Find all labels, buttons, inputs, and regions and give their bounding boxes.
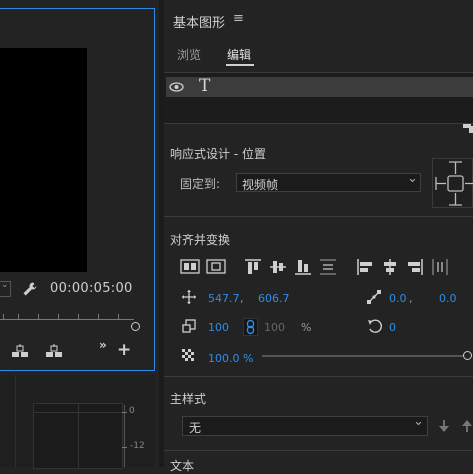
distribute-horizontal-icon[interactable] xyxy=(431,258,449,276)
responsive-heading: 响应式设计 - 位置 xyxy=(170,147,266,161)
scale-icon xyxy=(182,319,196,333)
position-x-value[interactable]: 547.7 xyxy=(208,292,240,305)
bottom-left-panel: 0 -12 xyxy=(0,375,155,469)
pin-to-value: 视频帧 xyxy=(242,178,279,192)
rotation-value[interactable]: 0 xyxy=(389,321,396,334)
align-right-icon[interactable] xyxy=(406,258,424,276)
section-divider xyxy=(164,376,473,377)
master-style-dropdown[interactable]: 无 ⌄ xyxy=(182,414,428,436)
opacity-slider-handle[interactable] xyxy=(463,351,472,360)
opacity-slider[interactable] xyxy=(262,351,472,360)
tab-edit[interactable]: 编辑 xyxy=(227,46,251,63)
audio-meter xyxy=(33,403,123,469)
distribute-vertical-icon[interactable] xyxy=(319,258,337,276)
position-y-value[interactable]: 606.7 xyxy=(258,292,290,305)
meter-tick-label: 0 xyxy=(129,406,135,416)
chevron-down-icon: ⌄ xyxy=(413,414,424,429)
opacity-icon xyxy=(182,349,195,362)
wrench-icon[interactable] xyxy=(22,281,38,297)
align-left-icon[interactable] xyxy=(356,258,374,276)
lift-icon[interactable] xyxy=(11,344,29,358)
tab-edit-underline xyxy=(226,64,254,66)
position-separator: , xyxy=(240,292,244,305)
eye-icon[interactable] xyxy=(169,82,184,92)
anchor-y-value[interactable]: 0.0 xyxy=(439,292,457,305)
layer-row[interactable] xyxy=(166,77,473,97)
zoom-dropdown[interactable]: ⌄ xyxy=(0,280,11,297)
chain-link-icon xyxy=(246,319,255,335)
lock-scale-toggle[interactable] xyxy=(243,318,258,336)
scale-value[interactable]: 100 xyxy=(208,321,229,334)
master-style-heading: 主样式 xyxy=(170,392,207,406)
panel-title[interactable]: 基本图形 xyxy=(173,12,225,31)
align-vertical-center-icon[interactable] xyxy=(269,258,287,276)
section-divider xyxy=(164,216,473,217)
panel-divider[interactable] xyxy=(159,0,164,467)
timeline-ruler[interactable] xyxy=(0,310,140,324)
align-bottom-icon[interactable] xyxy=(294,258,312,276)
timecode[interactable]: 00:00:05:00 xyxy=(50,281,133,296)
meter-tick-label: -12 xyxy=(130,441,145,451)
anchor-x-value[interactable]: 0.0 xyxy=(389,292,407,305)
tab-browse[interactable]: 浏览 xyxy=(177,46,201,63)
position-icon xyxy=(182,290,196,304)
chevron-down-icon: ⌄ xyxy=(407,171,418,186)
align-to-selection-icon[interactable] xyxy=(180,259,200,275)
align-to-frame-icon[interactable] xyxy=(206,259,226,275)
master-style-value: 无 xyxy=(189,421,202,435)
scale-height-value: 100 xyxy=(264,321,285,334)
push-style-down-icon[interactable] xyxy=(439,420,449,432)
text-section-heading: 文本 xyxy=(170,459,195,473)
pin-position-widget[interactable] xyxy=(432,158,473,208)
scale-unit: % xyxy=(301,321,312,334)
pull-style-up-icon[interactable] xyxy=(462,420,472,432)
anchor-separator: , xyxy=(409,292,413,305)
anchor-point-icon xyxy=(366,289,382,305)
hamburger-icon[interactable]: ≡ xyxy=(233,11,244,26)
layer-list xyxy=(164,72,473,124)
section-divider xyxy=(164,450,473,451)
chevrons-right-icon[interactable]: » xyxy=(99,338,107,352)
new-layer-icon[interactable] xyxy=(463,124,473,133)
text-type-icon: T xyxy=(199,76,211,96)
align-horizontal-center-icon[interactable] xyxy=(381,258,399,276)
align-heading: 对齐并变换 xyxy=(170,233,231,247)
video-preview[interactable] xyxy=(0,48,87,272)
extract-icon[interactable] xyxy=(45,344,63,358)
plus-icon[interactable]: + xyxy=(117,342,131,359)
playhead-handle[interactable] xyxy=(131,322,140,331)
align-top-icon[interactable] xyxy=(244,258,262,276)
pin-to-dropdown[interactable]: 视频帧 ⌄ xyxy=(236,171,421,192)
chevron-down-icon: ⌄ xyxy=(1,280,9,290)
pin-to-label: 固定到: xyxy=(180,177,221,191)
rotation-icon xyxy=(367,318,383,334)
opacity-value[interactable]: 100.0 % xyxy=(208,352,253,365)
